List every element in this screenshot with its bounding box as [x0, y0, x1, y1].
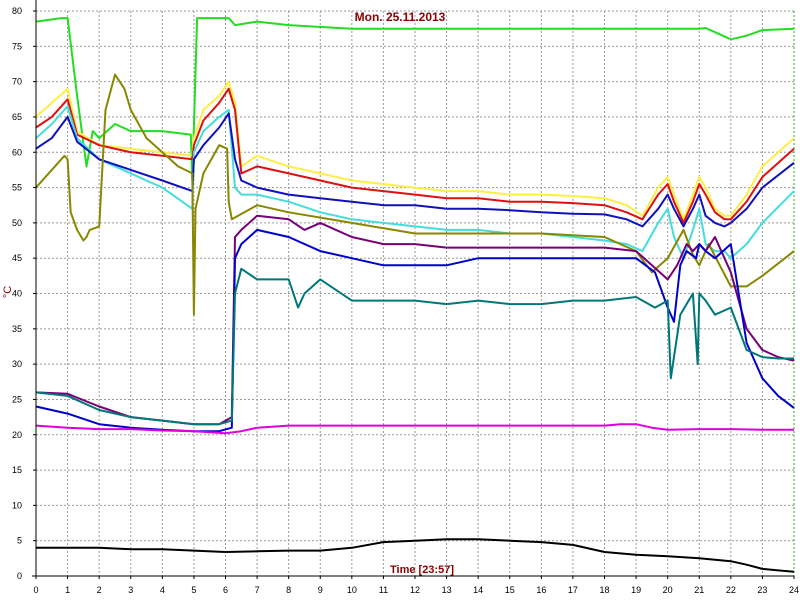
x-tick-label: 0: [33, 585, 38, 595]
x-tick-label: 20: [663, 585, 673, 595]
x-tick-label: 17: [568, 585, 578, 595]
x-tick-label: 24: [789, 585, 799, 595]
x-tick-label: 15: [505, 585, 515, 595]
x-tick-label: 16: [536, 585, 546, 595]
y-tick-label: 30: [12, 359, 22, 369]
y-tick-label: 0: [17, 571, 22, 581]
y-tick-label: 80: [12, 6, 22, 16]
x-tick-label: 7: [255, 585, 260, 595]
x-tick-label: 10: [347, 585, 357, 595]
x-tick-label: 19: [631, 585, 641, 595]
x-tick-label: 12: [410, 585, 420, 595]
y-axis-label: °C: [2, 286, 14, 298]
x-tick-label: 1: [65, 585, 70, 595]
x-tick-label: 13: [442, 585, 452, 595]
x-tick-label: 4: [160, 585, 165, 595]
x-tick-label: 21: [694, 585, 704, 595]
x-tick-label: 6: [223, 585, 228, 595]
x-tick-label: 3: [128, 585, 133, 595]
x-tick-label: 11: [379, 585, 388, 595]
x-tick-label: 22: [726, 585, 736, 595]
y-tick-label: 70: [12, 77, 22, 87]
y-tick-label: 50: [12, 218, 22, 228]
y-tick-label: 10: [12, 500, 22, 510]
x-tick-label: 14: [473, 585, 483, 595]
y-tick-label: 60: [12, 147, 22, 157]
y-tick-label: 55: [12, 183, 22, 193]
y-tick-label: 20: [12, 430, 22, 440]
chart-title: Mon. 25.11.2013: [355, 10, 446, 24]
x-tick-label: 9: [318, 585, 323, 595]
y-tick-label: 25: [12, 394, 22, 404]
x-tick-label: 8: [286, 585, 291, 595]
x-tick-label: 5: [191, 585, 196, 595]
x-tick-label: 23: [757, 585, 767, 595]
temperature-line-chart: 05101520253035404550556065707580 0123456…: [0, 0, 800, 600]
x-axis-label: Time [23:57]: [390, 564, 454, 576]
x-tick-label: 2: [97, 585, 102, 595]
y-tick-label: 65: [12, 112, 22, 122]
x-tick-label: 18: [599, 585, 609, 595]
y-tick-label: 15: [12, 465, 22, 475]
y-tick-label: 35: [12, 324, 22, 334]
y-tick-label: 75: [12, 41, 22, 51]
y-tick-label: 45: [12, 253, 22, 263]
y-tick-label: 5: [17, 536, 22, 546]
